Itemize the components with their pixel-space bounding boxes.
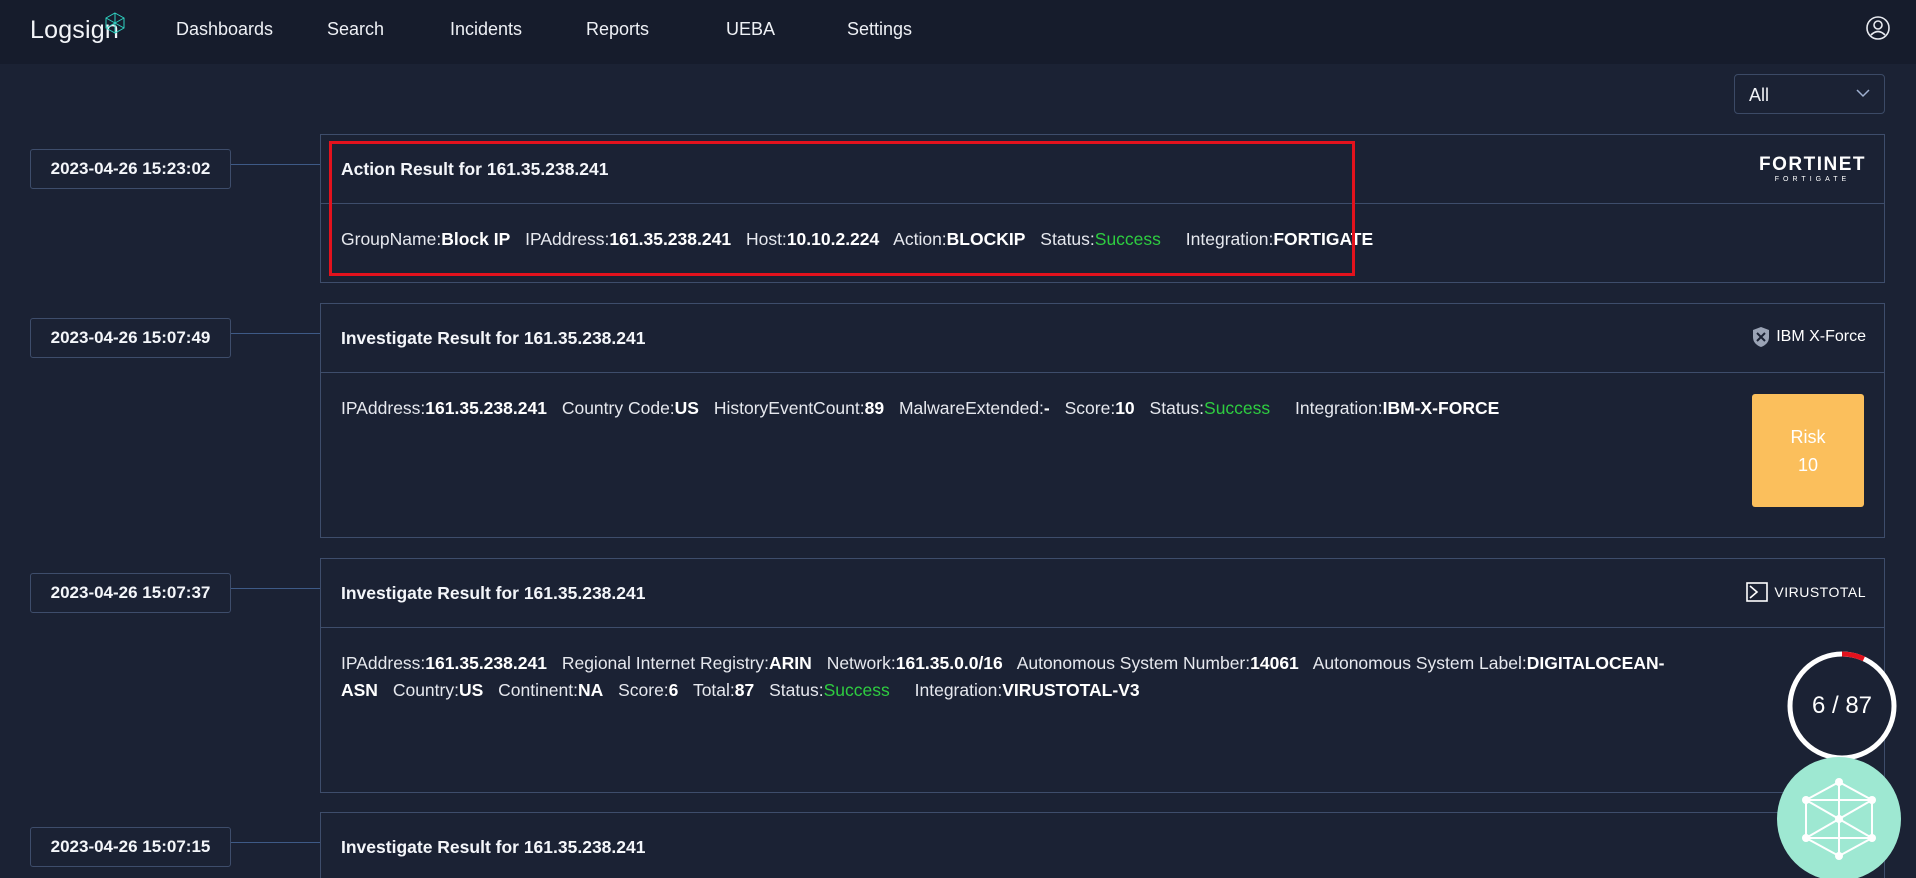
field-ipaddress: IPAddress:161.35.238.241 (341, 653, 547, 673)
card-header: Investigate Result for 161.35.238.241 VI… (321, 559, 1884, 628)
filter-select[interactable]: All (1734, 74, 1885, 114)
brand-subname: FORTIGATE (1774, 176, 1851, 183)
timeline-timestamp: 2023-04-26 15:07:49 (30, 318, 231, 358)
card-header: Action Result for 161.35.238.241 FORTINE… (321, 135, 1884, 204)
risk-badge: Risk 10 (1752, 394, 1864, 507)
field-host: Host:10.10.2.224 (745, 229, 880, 249)
field-integration: Integration:FORTIGATE (1185, 229, 1374, 249)
filter-selected-value: All (1749, 85, 1770, 105)
result-fields: IPAddress:161.35.238.241 Country Code:US… (341, 395, 1671, 422)
ibm-xforce-logo: IBM X-Force (1752, 326, 1866, 348)
fortinet-logo: FORTINET FORTIGATE (1759, 154, 1866, 183)
timeline-timestamp: 2023-04-26 15:07:15 (30, 827, 231, 867)
field-continent: Continent:NA (498, 680, 604, 700)
result-card-fortigate: Action Result for 161.35.238.241 FORTINE… (320, 134, 1885, 283)
shield-icon (1753, 327, 1770, 347)
field-integration: Integration:IBM-X-FORCE (1295, 398, 1500, 418)
nav-dashboards[interactable]: Dashboards (176, 19, 273, 40)
brand-name: IBM X-Force (1776, 328, 1866, 345)
card-header: Investigate Result for 161.35.238.241 IB… (321, 304, 1884, 373)
risk-value: 10 (1797, 454, 1819, 475)
field-status: Status:Success (1040, 229, 1161, 249)
timeline-connector (231, 164, 320, 165)
nav-reports[interactable]: Reports (586, 19, 649, 40)
field-score: Score:10 (1064, 398, 1135, 418)
chevron-down-icon (1856, 89, 1870, 98)
timeline-connector (231, 333, 320, 334)
result-fields: GroupName:Block IP IPAddress:161.35.238.… (341, 226, 1671, 253)
nav-search[interactable]: Search (327, 19, 384, 40)
result-fields: IPAddress:161.35.238.241 Regional Intern… (341, 650, 1671, 704)
risk-label: Risk (1790, 426, 1826, 447)
logo-network-icon (105, 12, 125, 34)
field-action: Action:BLOCKIP (893, 229, 1026, 249)
field-history-event-count: HistoryEventCount:89 (713, 398, 885, 418)
assistant-button[interactable] (1777, 757, 1901, 878)
timeline-connector (231, 842, 320, 843)
field-ipaddress: IPAddress:161.35.238.241 (341, 398, 547, 418)
field-total: Total:87 (692, 680, 755, 700)
user-account-icon[interactable] (1865, 15, 1891, 41)
result-card-ibm-xforce: Investigate Result for 161.35.238.241 IB… (320, 303, 1885, 538)
result-card-virustotal: Investigate Result for 161.35.238.241 VI… (320, 558, 1885, 793)
nav-incidents[interactable]: Incidents (450, 19, 522, 40)
field-country-code: Country Code:US (561, 398, 699, 418)
field-network: Network:161.35.0.0/16 (826, 653, 1003, 673)
field-integration: Integration:VIRUSTOTAL-V3 (914, 680, 1140, 700)
card-header: Investigate Result for 161.35.238.241 (321, 813, 1884, 878)
field-score: Score:6 (618, 680, 679, 700)
virustotal-logo: VIRUSTOTAL (1746, 582, 1866, 602)
logsign-logo[interactable]: Logsign (30, 12, 125, 45)
nav-settings[interactable]: Settings (847, 19, 912, 40)
field-malware-extended: MalwareExtended:- (898, 398, 1050, 418)
detection-ratio-text: 6 / 87 (1811, 692, 1873, 719)
timeline-timestamp: 2023-04-26 15:07:37 (30, 573, 231, 613)
field-regional-registry: Regional Internet Registry:ARIN (561, 653, 812, 673)
brand-name: VIRUSTOTAL (1774, 584, 1866, 600)
field-ipaddress: IPAddress:161.35.238.241 (525, 229, 732, 249)
field-status: Status:Success (1149, 398, 1271, 418)
card-title: Investigate Result for 161.35.238.241 (341, 583, 646, 603)
result-card-partial: Investigate Result for 161.35.238.241 (320, 812, 1885, 878)
card-title: Investigate Result for 161.35.238.241 (341, 328, 646, 348)
network-icon (1802, 778, 1876, 860)
card-title: Action Result for 161.35.238.241 (341, 159, 609, 179)
field-groupname: GroupName:Block IP (341, 229, 511, 249)
brand-name: FORTINET (1759, 154, 1866, 175)
field-country: Country:US (392, 680, 484, 700)
field-as-number: Autonomous System Number:14061 (1016, 653, 1299, 673)
timeline-connector (231, 588, 320, 589)
card-title: Investigate Result for 161.35.238.241 (341, 837, 646, 857)
virustotal-icon (1746, 582, 1769, 602)
nav-ueba[interactable]: UEBA (726, 19, 775, 40)
timeline-timestamp: 2023-04-26 15:23:02 (30, 149, 231, 189)
top-navbar: Logsign Dashboards Search Incidents Repo… (0, 0, 1916, 64)
field-status: Status:Success (769, 680, 890, 700)
